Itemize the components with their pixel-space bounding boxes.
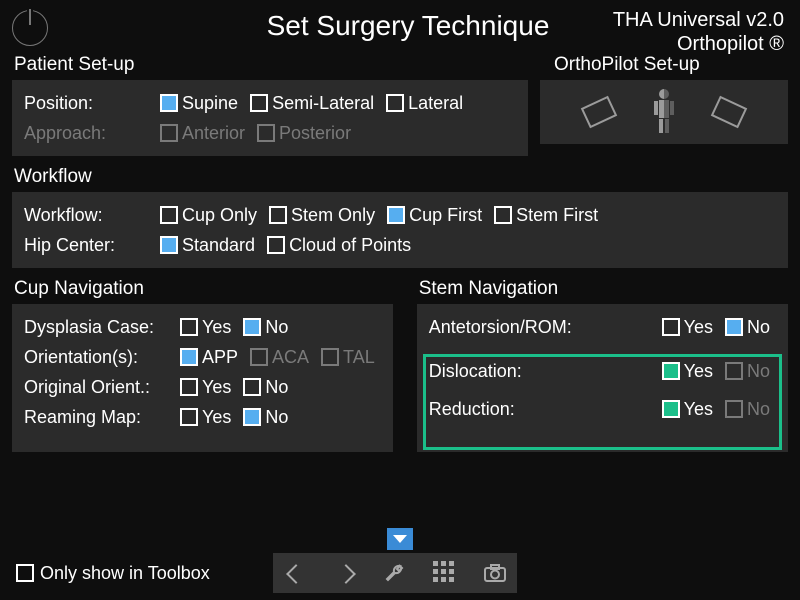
dysplasia-yes[interactable]: Yes [180,317,231,338]
hip-cloud[interactable]: Cloud of Points [267,235,411,256]
workflow-stem-only[interactable]: Stem Only [269,205,375,226]
body-figure-icon [654,91,674,133]
approach-anterior: Anterior [160,123,245,144]
patient-setup-panel: Position: Supine Semi-Lateral Lateral Ap… [12,80,528,156]
antetorsion-label: Antetorsion/ROM: [429,317,656,338]
reaming-no[interactable]: No [243,407,288,428]
workflow-panel: Workflow: Cup Only Stem Only Cup First S… [12,192,788,268]
orient-tal: TAL [321,347,375,368]
prev-icon[interactable] [283,561,307,585]
orig-orient-no[interactable]: No [243,377,288,398]
orig-orient-yes[interactable]: Yes [180,377,231,398]
hip-standard[interactable]: Standard [160,235,255,256]
grid-icon[interactable] [433,561,457,585]
cup-nav-label: Cup Navigation [0,276,405,304]
cup-nav-panel: Dysplasia Case: Yes No Orientation(s): A… [12,304,393,452]
reaming-label: Reaming Map: [24,407,174,428]
position-supine[interactable]: Supine [160,93,238,114]
brand-line2: Orthopilot ® [613,32,784,56]
orthopilot-setup-label: OrthoPilot Set-up [540,52,800,80]
stem-nav-label: Stem Navigation [405,276,800,304]
brand-block: THA Universal v2.0 Orthopilot ® [613,8,784,56]
dysplasia-label: Dysplasia Case: [24,317,174,338]
highlight-box [423,354,782,450]
workflow-stem-first[interactable]: Stem First [494,205,598,226]
workflow-cup-only[interactable]: Cup Only [160,205,257,226]
workflow-row-label: Workflow: [24,205,154,226]
patient-setup-label: Patient Set-up [0,52,540,80]
bottom-bar: Only show in Toolbox [0,546,800,600]
wrench-icon[interactable] [383,561,407,585]
approach-posterior: Posterior [257,123,351,144]
brand-line1: THA Universal v2.0 [613,8,784,32]
screen: Set Surgery Technique THA Universal v2.0… [0,0,800,600]
top-bar: Set Surgery Technique THA Universal v2.0… [0,0,800,52]
position-semi-lateral[interactable]: Semi-Lateral [250,93,374,114]
workflow-cup-first[interactable]: Cup First [387,205,482,226]
orient-app[interactable]: APP [180,347,238,368]
orientations-label: Orientation(s): [24,347,174,368]
camera-icon[interactable] [483,561,507,585]
antetorsion-yes[interactable]: Yes [662,317,713,338]
position-label: Position: [24,93,154,114]
approach-label: Approach: [24,123,154,144]
orig-orient-label: Original Orient.: [24,377,174,398]
tracker-right-icon [711,96,747,129]
antetorsion-no[interactable]: No [725,317,770,338]
orient-aca: ACA [250,347,309,368]
stem-nav-panel: Antetorsion/ROM: Yes No Dislocation: Yes… [417,304,788,452]
orthopilot-setup-panel[interactable] [540,80,788,144]
power-icon[interactable] [12,10,48,46]
position-lateral[interactable]: Lateral [386,93,463,114]
only-show-toolbox[interactable]: Only show in Toolbox [16,563,210,584]
reaming-yes[interactable]: Yes [180,407,231,428]
workflow-label: Workflow [0,164,800,192]
hip-center-label: Hip Center: [24,235,154,256]
dysplasia-no[interactable]: No [243,317,288,338]
next-icon[interactable] [333,561,357,585]
tracker-left-icon [581,96,617,129]
toolbar [273,553,517,593]
